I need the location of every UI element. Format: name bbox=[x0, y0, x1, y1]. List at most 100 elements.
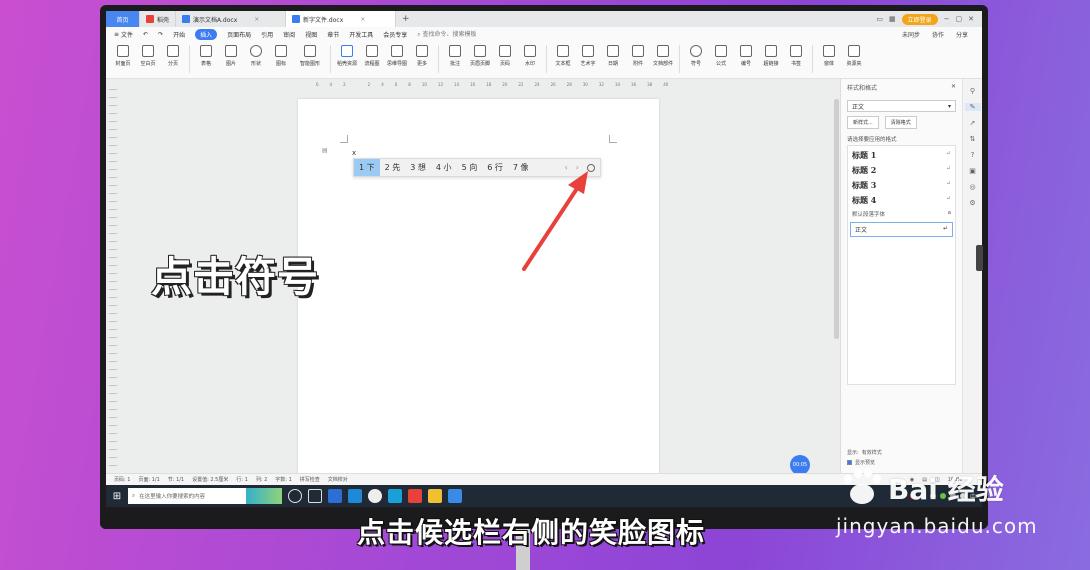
hyperlink-button[interactable]: 超链接 bbox=[760, 45, 782, 67]
app-icon[interactable] bbox=[448, 489, 462, 503]
bookmark-button[interactable]: 书签 bbox=[785, 45, 807, 67]
menu-item-references[interactable]: 引用 bbox=[261, 30, 273, 39]
timer-badge[interactable]: 00:05 bbox=[790, 455, 810, 475]
share-button[interactable]: 分享 bbox=[956, 30, 968, 39]
menu-item-vip[interactable]: 会员专享 bbox=[383, 30, 407, 39]
paragraph-format-icon[interactable]: ▤ bbox=[322, 147, 328, 154]
form-button[interactable]: 窗体 bbox=[818, 45, 840, 67]
vertical-scrollbar[interactable] bbox=[834, 99, 839, 339]
wps-icon[interactable] bbox=[408, 489, 422, 503]
folder-icon[interactable] bbox=[428, 489, 442, 503]
ime-candidate[interactable]: 2 先 bbox=[380, 159, 406, 176]
ime-candidate[interactable]: 5 向 bbox=[457, 159, 483, 176]
undo-icon[interactable]: ↶ bbox=[143, 31, 148, 38]
menu-item-layout[interactable]: 页面布局 bbox=[227, 30, 251, 39]
clear-format-button[interactable]: 清除格式 bbox=[884, 116, 917, 129]
menu-item-review[interactable]: 审阅 bbox=[283, 30, 295, 39]
textbox-button[interactable]: 文本框 bbox=[552, 45, 574, 67]
watermark-button[interactable]: 水印 bbox=[519, 45, 541, 67]
command-search[interactable]: ⌕ 查找命令、搜索模板 bbox=[417, 29, 476, 39]
cortana-icon[interactable] bbox=[288, 489, 302, 503]
prev-page-icon[interactable]: ‹ bbox=[565, 163, 568, 172]
smiley-icon[interactable] bbox=[587, 163, 595, 172]
more-button[interactable]: 更多 bbox=[411, 45, 433, 67]
style-heading-4[interactable]: 标题 4 ↵ bbox=[848, 193, 955, 208]
style-heading-2[interactable]: 标题 2 ↵ bbox=[848, 163, 955, 178]
style-default-font[interactable]: 默认段落字体 a bbox=[848, 208, 955, 220]
ime-candidate[interactable]: 3 想 bbox=[405, 159, 431, 176]
grid-icon[interactable]: ▦ bbox=[889, 15, 896, 23]
menu-item-view[interactable]: 视图 bbox=[305, 30, 317, 39]
docer-resources-button[interactable]: 稻壳资源 bbox=[336, 45, 358, 67]
ime-candidate[interactable]: 4 小 bbox=[431, 159, 457, 176]
layout-icon[interactable]: ▭ bbox=[876, 15, 883, 23]
comment-button[interactable]: 批注 bbox=[444, 45, 466, 67]
page-number-button[interactable]: 页码 bbox=[494, 45, 516, 67]
close-icon[interactable]: × bbox=[360, 16, 365, 23]
redo-icon[interactable]: ↷ bbox=[158, 31, 163, 38]
login-button[interactable]: 立即登录 bbox=[901, 13, 938, 25]
flowchart-button[interactable]: 流程图 bbox=[361, 45, 383, 67]
edge-icon[interactable] bbox=[348, 489, 362, 503]
new-tab-button[interactable]: + bbox=[396, 14, 416, 24]
tab-document-a[interactable]: 演示文档A.docx × bbox=[176, 11, 287, 27]
cover-page-button[interactable]: 封面页 bbox=[112, 45, 134, 67]
search-highlight-banner[interactable] bbox=[246, 488, 282, 504]
cursor-icon[interactable]: ➚ bbox=[970, 119, 976, 127]
windows-start-icon[interactable]: ⊞ bbox=[106, 491, 128, 502]
next-page-icon[interactable]: › bbox=[576, 163, 579, 172]
style-icon[interactable]: ✎ bbox=[964, 103, 981, 111]
resource-folder-button[interactable]: 资源夹 bbox=[843, 45, 865, 67]
tab-docer[interactable]: 稻壳 bbox=[140, 11, 177, 27]
doc-parts-button[interactable]: 文档部件 bbox=[652, 45, 674, 67]
style-heading-3[interactable]: 标题 3 ↵ bbox=[848, 178, 955, 193]
tab-active-document[interactable]: 新字文件.docx × bbox=[286, 11, 397, 27]
symbol-button[interactable]: 符号 bbox=[685, 45, 707, 67]
tools-icon[interactable]: ⚙ bbox=[969, 199, 975, 207]
style-heading-1[interactable]: 标题 1 ↵ bbox=[848, 148, 955, 163]
pin-icon[interactable]: ⚲ bbox=[970, 87, 975, 95]
minimize-icon[interactable]: − bbox=[944, 15, 950, 23]
task-view-icon[interactable] bbox=[308, 489, 322, 503]
globe-icon[interactable]: ◎ bbox=[969, 183, 975, 191]
new-style-button[interactable]: 新样式... bbox=[847, 116, 879, 129]
menu-item-developer[interactable]: 开发工具 bbox=[349, 30, 373, 39]
date-button[interactable]: 日期 bbox=[602, 45, 624, 67]
show-filter-select[interactable]: 有效样式 bbox=[862, 449, 882, 456]
picture-button[interactable]: 图片 bbox=[220, 45, 242, 67]
ime-candidate[interactable]: 7 像 bbox=[508, 159, 534, 176]
browser-icon[interactable] bbox=[368, 489, 382, 503]
ime-candidate[interactable]: 1 下 bbox=[354, 159, 380, 176]
tab-home[interactable]: 首页 bbox=[106, 11, 140, 27]
file-menu[interactable]: ≡ 文件 bbox=[114, 30, 133, 39]
wordart-button[interactable]: 艺术字 bbox=[577, 45, 599, 67]
page-break-button[interactable]: 分页 bbox=[162, 45, 184, 67]
taskbar-search[interactable]: ⌕ 在这里输入你要搜索的内容 bbox=[128, 488, 246, 504]
menu-item-insert[interactable]: 插入 bbox=[195, 28, 218, 40]
numbering-button[interactable]: 编号 bbox=[735, 45, 757, 67]
current-style-select[interactable]: 正文 ▾ bbox=[847, 100, 956, 112]
smart-art-button[interactable]: 智能图形 bbox=[295, 45, 325, 67]
sync-button[interactable]: 未同步 bbox=[902, 30, 920, 39]
document-page[interactable]: ▤ x 1 下 2 先 3 想 4 小 5 向 6 行 7 像 ‹ › bbox=[298, 99, 659, 479]
menu-item-section[interactable]: 章节 bbox=[327, 30, 339, 39]
layers-icon[interactable]: ▣ bbox=[969, 167, 976, 175]
blank-page-button[interactable]: 空白页 bbox=[137, 45, 159, 67]
help-icon[interactable]: ? bbox=[971, 151, 975, 159]
preview-checkbox[interactable] bbox=[847, 460, 852, 465]
header-footer-button[interactable]: 页眉页脚 bbox=[469, 45, 491, 67]
shape-button[interactable]: 形状 bbox=[245, 45, 267, 67]
style-body-text[interactable]: 正文 ↵ bbox=[850, 222, 953, 237]
close-icon[interactable]: × bbox=[254, 16, 259, 23]
mindmap-button[interactable]: 思维导图 bbox=[386, 45, 408, 67]
proofread-toggle[interactable]: 文档校对 bbox=[328, 476, 348, 483]
app-icon[interactable] bbox=[388, 489, 402, 503]
spell-check-toggle[interactable]: 拼写检查 bbox=[300, 476, 320, 483]
ime-candidate[interactable]: 6 行 bbox=[482, 159, 508, 176]
adjust-icon[interactable]: ⇅ bbox=[970, 135, 976, 143]
maximize-icon[interactable]: ▢ bbox=[956, 15, 963, 23]
close-icon[interactable]: ✕ bbox=[951, 83, 956, 92]
menu-item-start[interactable]: 开始 bbox=[173, 30, 185, 39]
close-window-icon[interactable]: ✕ bbox=[968, 15, 974, 23]
icon-button[interactable]: 图标 bbox=[270, 45, 292, 67]
